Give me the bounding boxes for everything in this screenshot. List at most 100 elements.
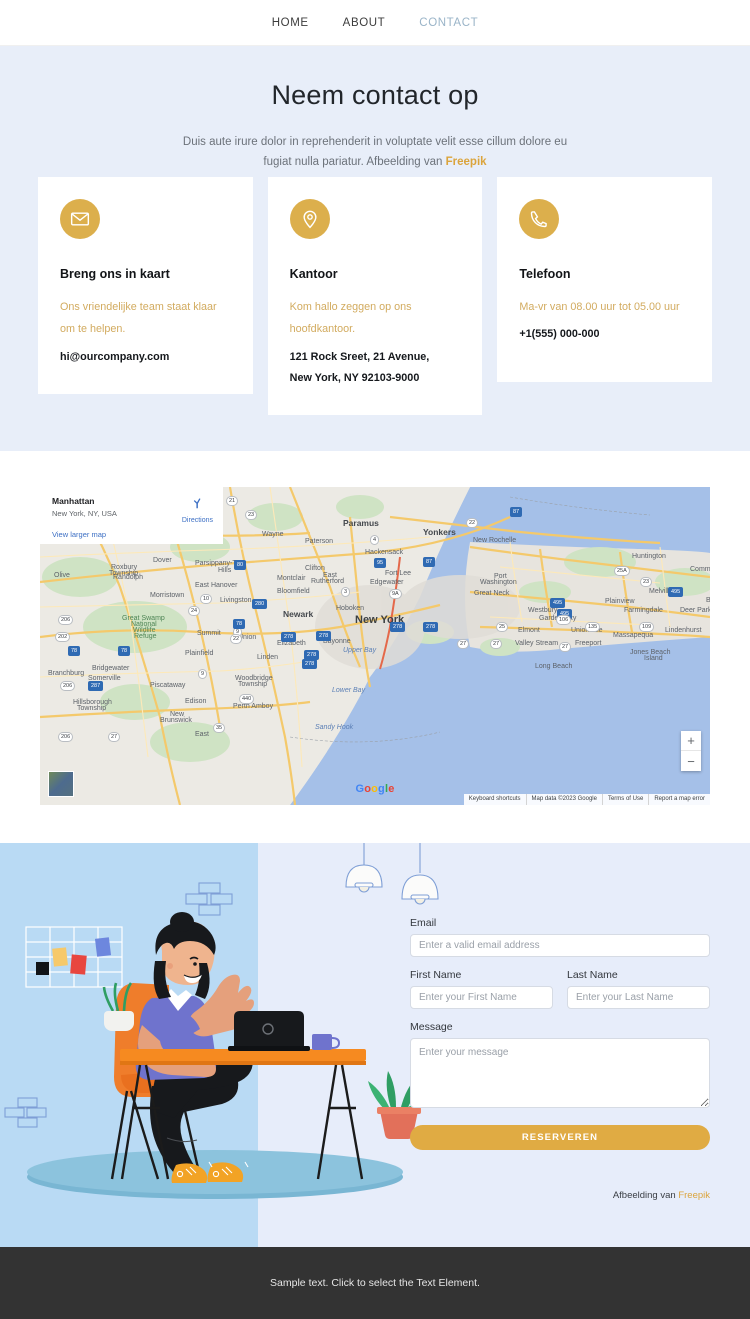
map-label: Piscataway xyxy=(150,682,186,690)
map-label: Rutherford xyxy=(311,578,345,586)
map-label: Branchburg xyxy=(48,670,85,678)
map-label: Sandy Hook xyxy=(315,724,354,732)
map-route-shield: 495 xyxy=(668,587,684,598)
first-name-input[interactable] xyxy=(410,986,553,1010)
map-label: Farmingdale xyxy=(624,607,663,615)
map-label: Dover xyxy=(153,557,172,565)
map-label: Edgewater xyxy=(370,579,404,587)
contact-cards: Breng ons in kaart Ons vriendelijke team… xyxy=(0,173,750,416)
map-label: Montclair xyxy=(277,575,306,583)
report-map-error-link[interactable]: Report a map error xyxy=(648,794,710,806)
map-label: Fort Lee xyxy=(385,570,412,578)
hero-freepik-link[interactable]: Freepik xyxy=(446,156,487,168)
map-label: Livingston xyxy=(220,597,252,605)
terms-of-use-link[interactable]: Terms of Use xyxy=(601,794,648,806)
map-route-shield: 27 xyxy=(457,639,470,650)
card-note: Ma-vr van 08.00 uur tot 05.00 uur xyxy=(519,300,680,313)
map-zoom-in-button[interactable]: + xyxy=(681,731,701,752)
card-value-line2: New York, NY 92103-9000 xyxy=(289,372,420,385)
map-label: Long Beach xyxy=(535,663,573,671)
map-credits-bar: Keyboard shortcuts Map data ©2023 Google… xyxy=(463,794,710,806)
map-label: East xyxy=(195,731,210,739)
map-route-shield: 21 xyxy=(226,496,239,507)
card-title: Kantoor xyxy=(289,266,338,281)
page-title: Neem contact op xyxy=(271,80,479,110)
map-label: New Rochelle xyxy=(473,537,517,545)
sticky-note-yellow xyxy=(52,947,68,967)
map-label: Huntington xyxy=(632,553,666,561)
contact-card-phone: Telefoon Ma-vr van 08.00 uur tot 05.00 u… xyxy=(497,176,713,382)
contact-card-email: Breng ons in kaart Ons vriendelijke team… xyxy=(38,176,253,395)
map-route-shield: 202 xyxy=(55,632,71,643)
map-route-shield: 280 xyxy=(252,599,268,610)
map-label: Lindenhurst xyxy=(665,627,702,635)
map-label: Yonkers xyxy=(423,527,456,538)
last-name-input[interactable] xyxy=(567,986,710,1010)
top-navbar: HOME ABOUT CONTACT xyxy=(0,0,750,46)
map-satellite-thumbnail[interactable] xyxy=(48,771,74,798)
map-label: Bloomfield xyxy=(277,588,310,596)
map-route-shield: 9 xyxy=(198,669,208,680)
nav-item-home[interactable]: HOME xyxy=(272,17,309,29)
map-route-shield: 22 xyxy=(230,634,243,645)
map-route-shield: 3 xyxy=(341,587,351,598)
map-label: Hackensack xyxy=(365,549,404,557)
map-route-shield: 206 xyxy=(60,681,76,692)
map-route-shield: 135 xyxy=(585,622,601,633)
nav-item-contact[interactable]: CONTACT xyxy=(419,17,478,29)
map-route-shield: 278 xyxy=(281,632,297,643)
map-route-shield: 106 xyxy=(556,615,572,626)
view-larger-map-link[interactable]: View larger map xyxy=(52,530,213,539)
first-name-field-group: First Name xyxy=(410,969,553,1010)
map-route-shield: 24 xyxy=(188,606,201,617)
contact-card-office: Kantoor Kom hallo zeggen op ons hoofdkan… xyxy=(267,176,483,416)
map-route-shield: 440 xyxy=(239,694,255,705)
keyboard-shortcuts-link[interactable]: Keyboard shortcuts xyxy=(464,794,526,805)
directions-button[interactable]: Directions xyxy=(182,496,213,524)
map-route-shield: 78 xyxy=(233,619,246,630)
sticky-note-black xyxy=(36,962,49,976)
submit-button[interactable]: RESERVEREN xyxy=(410,1125,710,1151)
hero-subtitle-text: Duis aute irure dolor in reprehenderit i… xyxy=(182,136,568,168)
map-route-shield: 278 xyxy=(302,659,318,670)
map-label: Township xyxy=(77,705,107,713)
map-label: Clifton xyxy=(305,565,325,573)
map-route-shield: 109 xyxy=(639,622,655,633)
map-label: Randolph xyxy=(113,574,143,582)
map-route-shield: 206 xyxy=(58,732,74,743)
google-map[interactable]: Paramus Yonkers New Rochelle Wayne Paterson S… xyxy=(40,487,710,806)
email-input[interactable] xyxy=(410,934,710,958)
map-route-shield: 287 xyxy=(88,681,104,692)
map-label: Lower Bay xyxy=(332,687,366,695)
map-zoom-controls[interactable]: + − xyxy=(681,731,701,772)
map-label: Paterson xyxy=(305,538,334,546)
map-label: Paramus xyxy=(343,518,379,529)
email-label: Email xyxy=(410,917,437,930)
map-label: Plainfield xyxy=(185,650,214,658)
map-route-shield: 87 xyxy=(423,557,436,568)
map-label: Upper Bay xyxy=(343,647,377,655)
map-route-shield: 25A xyxy=(614,566,630,577)
form-image-credit: Afbeelding van Freepik xyxy=(410,1190,710,1201)
sticky-note-blue xyxy=(94,937,112,957)
card-note: Kom hallo zeggen op ons hoofdkantoor. xyxy=(289,300,412,336)
map-route-shield: 78 xyxy=(68,646,81,657)
map-zoom-out-button[interactable]: − xyxy=(681,751,701,771)
map-route-shield: 78 xyxy=(118,646,131,657)
footer-sample-text[interactable]: Sample text. Click to select the Text El… xyxy=(270,1277,480,1289)
card-value[interactable]: hi@ourcompany.com xyxy=(60,347,231,368)
contact-form-section: Email First Name Last Name Message RESER… xyxy=(0,843,750,1248)
form-freepik-link[interactable]: Freepik xyxy=(678,1190,710,1201)
contact-form: Email First Name Last Name Message RESER… xyxy=(410,843,710,1247)
card-value: 121 Rock Sreet, 21 Avenue, xyxy=(289,351,430,363)
google-logo: Google xyxy=(355,783,395,796)
phone-icon xyxy=(519,198,560,239)
map-route-shield: 278 xyxy=(423,622,439,633)
map-label: East Hanover xyxy=(195,582,238,590)
message-field-group: Message xyxy=(410,1021,710,1113)
message-textarea[interactable] xyxy=(410,1038,710,1109)
map-label: Linden xyxy=(257,654,279,662)
card-value[interactable]: +1(555) 000-000 xyxy=(519,324,690,345)
nav-item-about[interactable]: ABOUT xyxy=(343,17,386,29)
map-label: Olive xyxy=(54,572,70,580)
